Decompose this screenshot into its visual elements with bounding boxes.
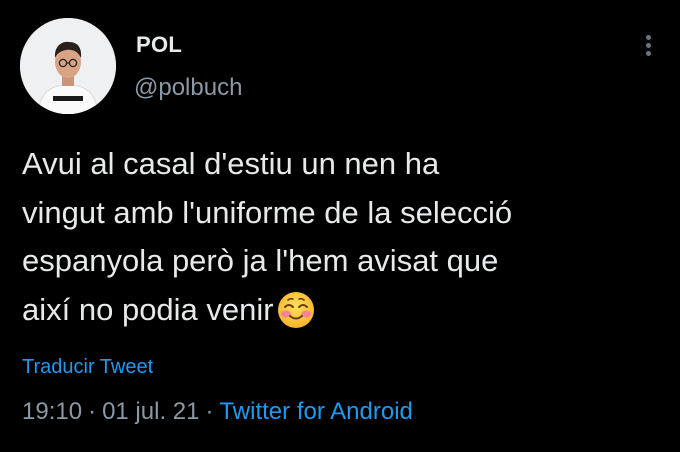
avatar[interactable] bbox=[20, 18, 116, 114]
separator: · bbox=[88, 398, 97, 425]
tweet-source-link[interactable]: Twitter for Android bbox=[219, 398, 412, 425]
tweet-card: POL @polbuch Avui al casal d'estiu un ne… bbox=[0, 0, 680, 452]
tweet-meta: 19:10 · 01 jul. 21 · Twitter for Android bbox=[22, 398, 413, 426]
more-options-icon[interactable] bbox=[636, 30, 660, 60]
tweet-time[interactable]: 19:10 bbox=[22, 398, 82, 425]
more-dot bbox=[646, 51, 651, 56]
more-dot bbox=[646, 43, 651, 48]
tweet-body: Avui al casal d'estiu un nen ha vingut a… bbox=[22, 146, 513, 327]
avatar-image bbox=[20, 18, 116, 114]
smiling-face-with-blush-icon bbox=[276, 290, 316, 345]
translate-tweet-link[interactable]: Traducir Tweet bbox=[22, 356, 153, 379]
tweet-date[interactable]: 01 jul. 21 bbox=[102, 398, 199, 425]
separator: · bbox=[205, 398, 214, 425]
more-dot bbox=[646, 35, 651, 40]
display-name[interactable]: POL bbox=[136, 32, 182, 58]
tweet-text: Avui al casal d'estiu un nen ha vingut a… bbox=[22, 140, 662, 344]
user-handle[interactable]: @polbuch bbox=[134, 74, 242, 102]
